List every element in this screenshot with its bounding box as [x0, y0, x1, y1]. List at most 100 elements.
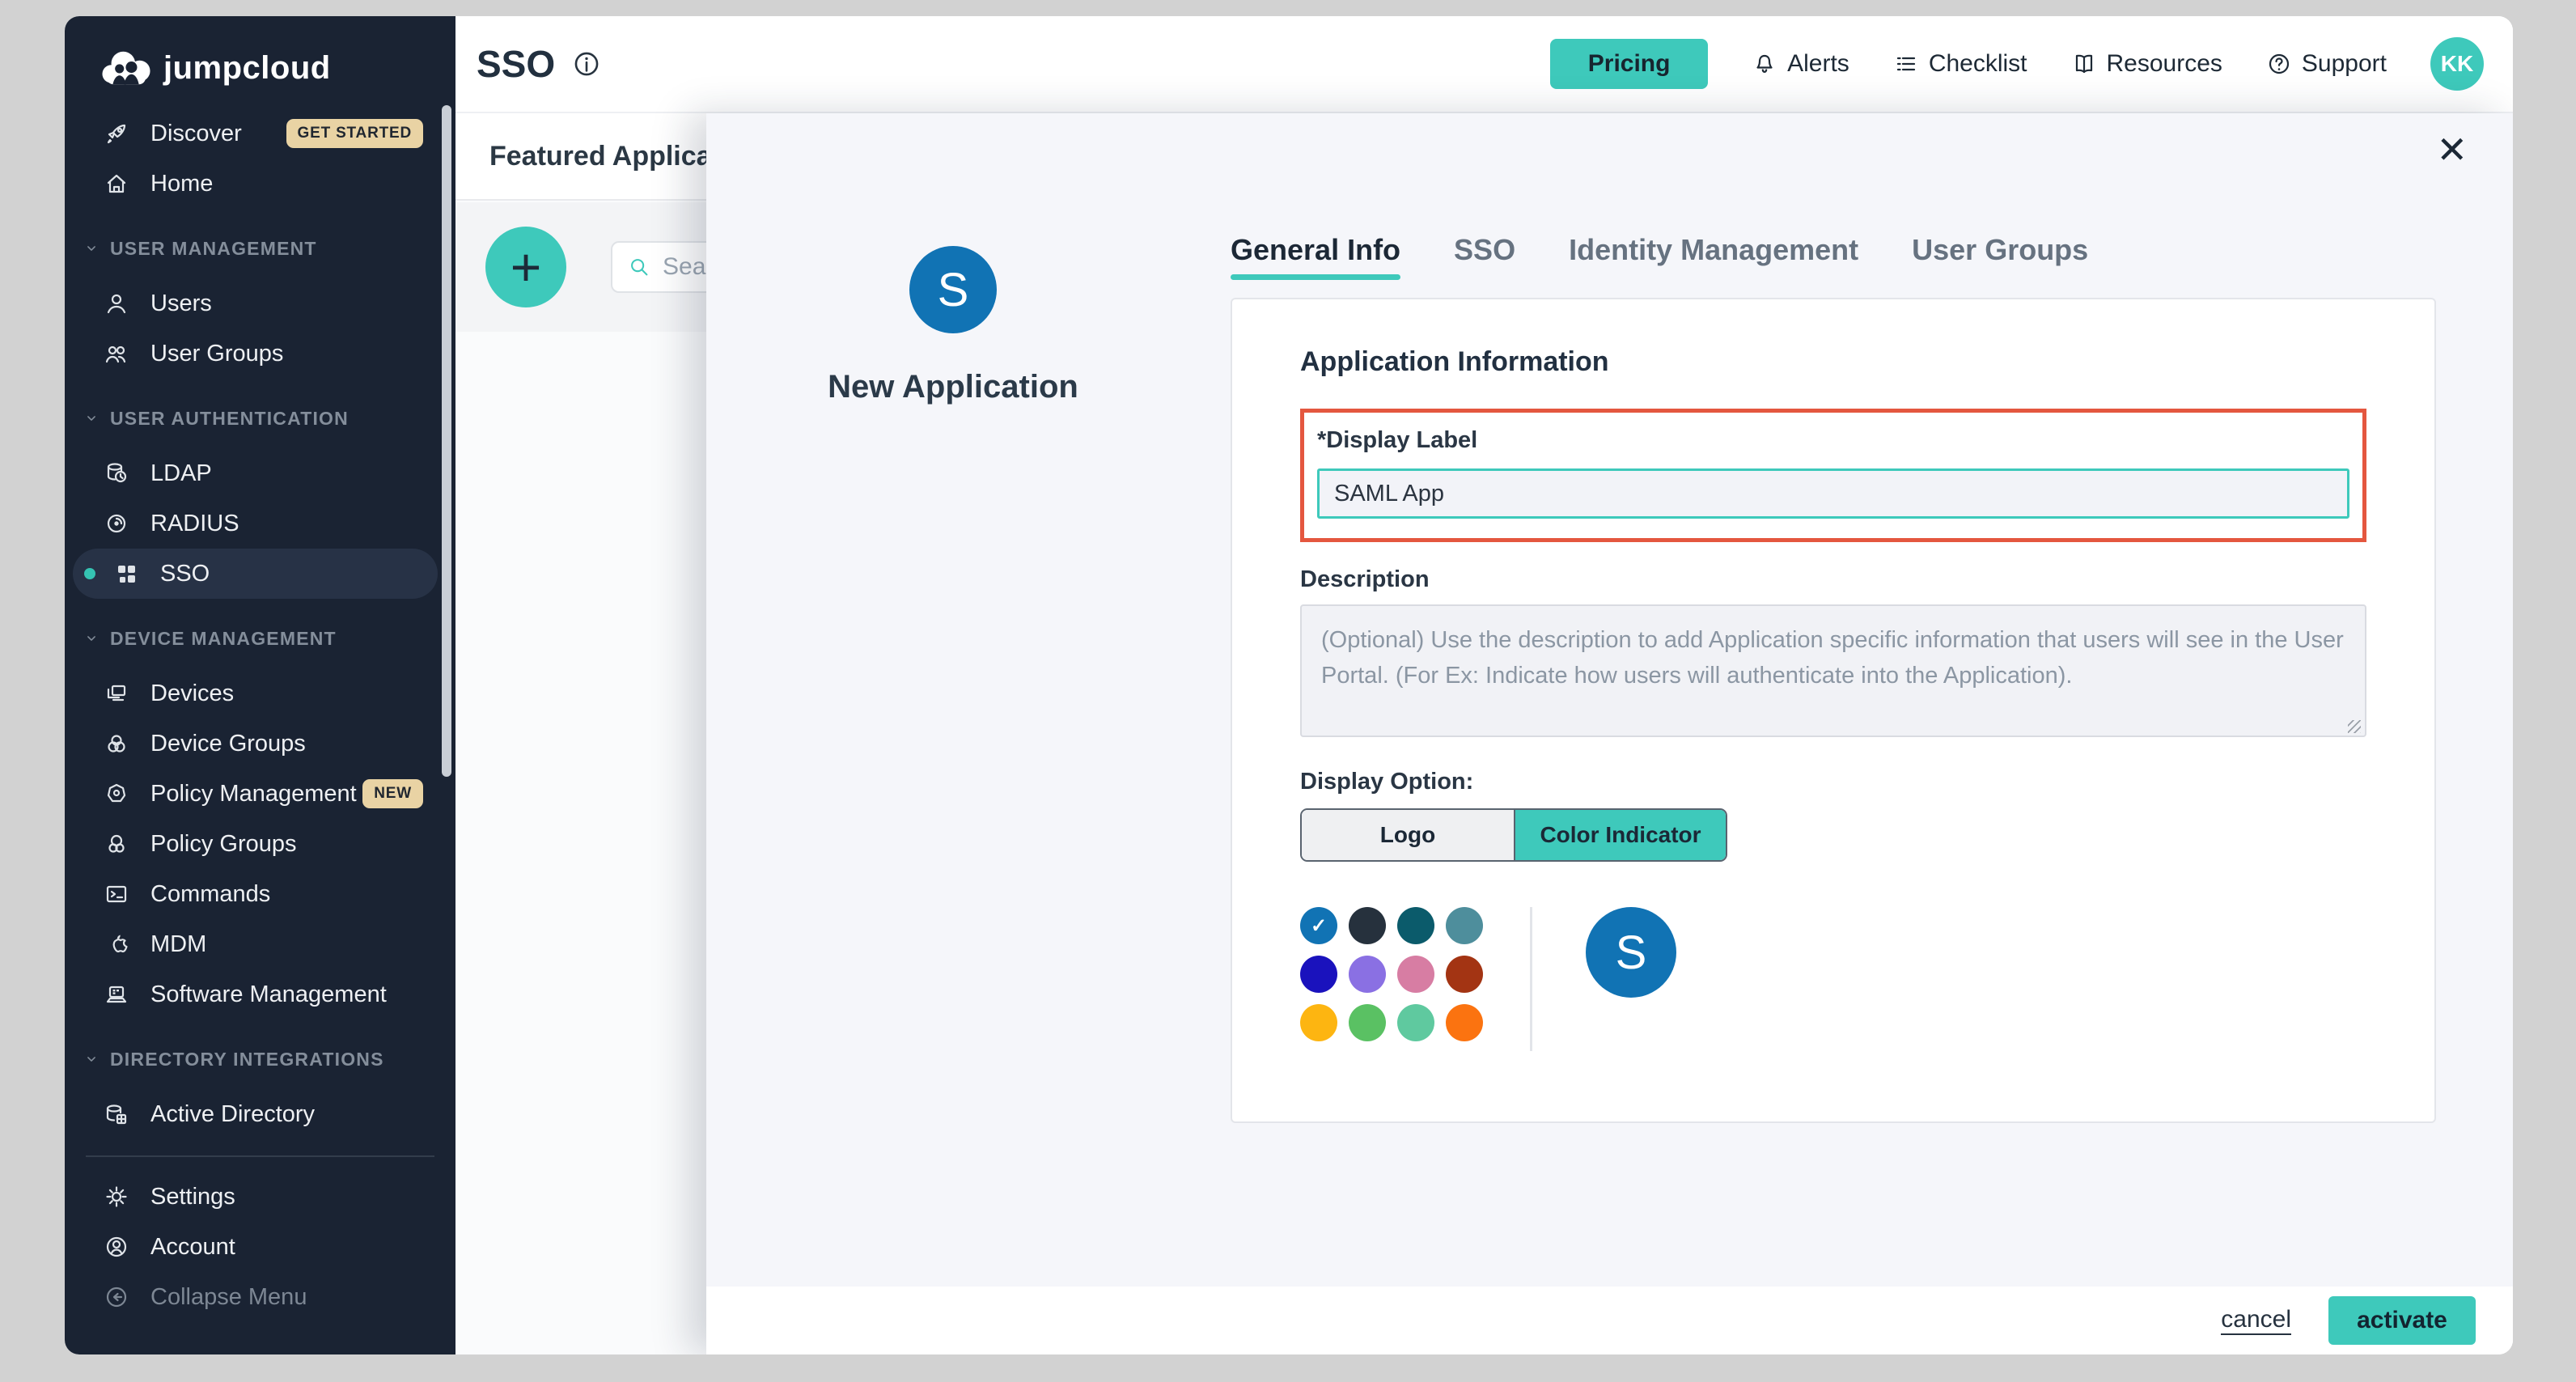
- sidebar-item-account[interactable]: Account: [65, 1222, 455, 1272]
- sidebar-item-label: User Groups: [150, 341, 283, 367]
- pricing-button[interactable]: Pricing: [1550, 39, 1708, 89]
- sidebar-section-label: DEVICE MANAGEMENT: [110, 628, 337, 650]
- application-name: New Application: [791, 369, 1115, 405]
- tab-label: Identity Management: [1569, 233, 1858, 266]
- add-application-button[interactable]: +: [485, 227, 566, 307]
- sidebar-item-users[interactable]: Users: [65, 278, 455, 329]
- sidebar-scrollbar[interactable]: [442, 105, 451, 777]
- header-nav-label: Resources: [2107, 50, 2222, 78]
- sidebar-item-collapse-menu[interactable]: Collapse Menu: [65, 1272, 455, 1322]
- color-swatch[interactable]: [1300, 956, 1337, 993]
- color-swatch[interactable]: [1349, 1004, 1386, 1041]
- database-clock-icon: [104, 460, 129, 486]
- color-swatch[interactable]: [1397, 907, 1434, 944]
- color-swatch[interactable]: [1446, 956, 1483, 993]
- page-title: SSO: [477, 42, 555, 86]
- sidebar-item-radius[interactable]: RADIUS: [65, 498, 455, 549]
- close-icon[interactable]: ✕: [2436, 131, 2468, 168]
- display-label-highlight: *Display Label: [1300, 409, 2366, 542]
- activate-button[interactable]: activate: [2328, 1296, 2476, 1345]
- application-information-card: Application Information *Display Label D…: [1231, 298, 2436, 1123]
- sidebar-item-user-groups[interactable]: User Groups: [65, 329, 455, 379]
- sidebar-item-devices[interactable]: Devices: [65, 668, 455, 719]
- sidebar-section-user-management[interactable]: USER MANAGEMENT: [65, 228, 455, 269]
- cancel-button[interactable]: cancel: [2221, 1306, 2291, 1335]
- description-textarea[interactable]: [1300, 604, 2366, 737]
- user-icon: [104, 290, 129, 316]
- description-field: [1300, 604, 2366, 741]
- sidebar-item-software-management[interactable]: Software Management: [65, 969, 455, 1020]
- chevron-down-icon: [83, 630, 100, 647]
- header-nav-label: Checklist: [1929, 50, 2027, 78]
- search-icon: [627, 255, 651, 279]
- sidebar-item-label: Policy Management: [150, 781, 357, 808]
- sidebar-item-label: Account: [150, 1234, 235, 1261]
- color-swatch-selected[interactable]: ✓: [1300, 907, 1337, 944]
- color-preview-circle: S: [1586, 907, 1676, 998]
- sidebar-section-directory-integrations[interactable]: DIRECTORY INTEGRATIONS: [65, 1039, 455, 1079]
- sidebar-item-discover[interactable]: DiscoverGET STARTED: [65, 108, 455, 159]
- sidebar-item-label: Device Groups: [150, 731, 306, 757]
- modal-app-summary: S New Application: [791, 246, 1115, 405]
- sidebar-item-label: MDM: [150, 931, 206, 958]
- new-application-modal: ✕ S New Application General Info SSO Ident…: [706, 113, 2513, 1354]
- radar-icon: [104, 511, 129, 536]
- display-option-logo[interactable]: Logo: [1302, 810, 1514, 860]
- sidebar-item-settings[interactable]: Settings: [65, 1172, 455, 1222]
- sidebar-item-policy-groups[interactable]: Policy Groups: [65, 819, 455, 869]
- description-label: Description: [1300, 566, 2366, 593]
- sidebar-item-device-groups[interactable]: Device Groups: [65, 719, 455, 769]
- grid-icon: [113, 561, 139, 587]
- sidebar-section-user-authentication[interactable]: USER AUTHENTICATION: [65, 398, 455, 439]
- chevron-down-icon: [83, 1050, 100, 1068]
- jumpcloud-cloud-icon: [100, 49, 152, 87]
- color-swatch[interactable]: [1397, 1004, 1434, 1041]
- avatar[interactable]: KK: [2430, 37, 2484, 91]
- color-swatch[interactable]: [1349, 956, 1386, 993]
- sidebar-divider: [86, 1155, 434, 1157]
- main-area: SSO Pricing Alerts Checklist Resources Supp…: [455, 16, 2513, 1354]
- color-swatch[interactable]: [1446, 907, 1483, 944]
- display-label-input[interactable]: [1317, 468, 2349, 519]
- devices-icon: [104, 680, 129, 706]
- user-group-icon: [104, 341, 129, 367]
- rocket-icon: [104, 121, 129, 146]
- sidebar-item-label: Settings: [150, 1184, 235, 1210]
- apple-icon: [104, 931, 129, 957]
- color-swatch[interactable]: [1446, 1004, 1483, 1041]
- header-nav-label: Support: [2302, 50, 2387, 78]
- sidebar-item-sso[interactable]: SSO: [73, 549, 438, 599]
- jumpcloud-logo[interactable]: jumpcloud: [100, 49, 455, 87]
- modal-tabs: General Info SSO Identity Management User G…: [1231, 233, 2088, 280]
- tab-sso[interactable]: SSO: [1454, 233, 1515, 280]
- collapse-icon: [104, 1284, 129, 1310]
- sidebar-item-label: Devices: [150, 680, 234, 707]
- tab-identity-management[interactable]: Identity Management: [1569, 233, 1858, 280]
- display-label-label: *Display Label: [1317, 427, 2349, 454]
- sidebar-item-policy-management[interactable]: Policy ManagementNEW: [65, 769, 455, 819]
- color-swatch[interactable]: [1397, 956, 1434, 993]
- sidebar-item-home[interactable]: Home: [65, 159, 455, 209]
- header-nav-alerts[interactable]: Alerts: [1752, 50, 1849, 78]
- color-swatch[interactable]: [1349, 907, 1386, 944]
- sidebar-item-ldap[interactable]: LDAP: [65, 448, 455, 498]
- color-swatch[interactable]: [1300, 1004, 1337, 1041]
- header-nav-resources[interactable]: Resources: [2071, 50, 2222, 78]
- book-icon: [2071, 51, 2097, 77]
- sidebar-item-active-directory[interactable]: Active Directory: [65, 1089, 455, 1139]
- display-option-color-indicator[interactable]: Color Indicator: [1514, 810, 1726, 860]
- sidebar-footer: Settings Account Collapse Menu: [65, 1172, 455, 1322]
- sidebar-item-mdm[interactable]: MDM: [65, 919, 455, 969]
- header-nav-label: Alerts: [1787, 50, 1849, 78]
- tab-user-groups[interactable]: User Groups: [1912, 233, 2088, 280]
- terminal-icon: [104, 881, 129, 907]
- application-icon: S: [909, 246, 997, 333]
- display-option-toggle: LogoColor Indicator: [1300, 808, 1727, 862]
- header-nav-support[interactable]: Support: [2266, 50, 2387, 78]
- sidebar-item-commands[interactable]: Commands: [65, 869, 455, 919]
- venn-icon: [104, 731, 129, 757]
- info-icon[interactable]: [571, 49, 602, 79]
- sidebar-section-device-management[interactable]: DEVICE MANAGEMENT: [65, 618, 455, 659]
- header-nav-checklist[interactable]: Checklist: [1893, 50, 2027, 78]
- tab-general-info[interactable]: General Info: [1231, 233, 1400, 280]
